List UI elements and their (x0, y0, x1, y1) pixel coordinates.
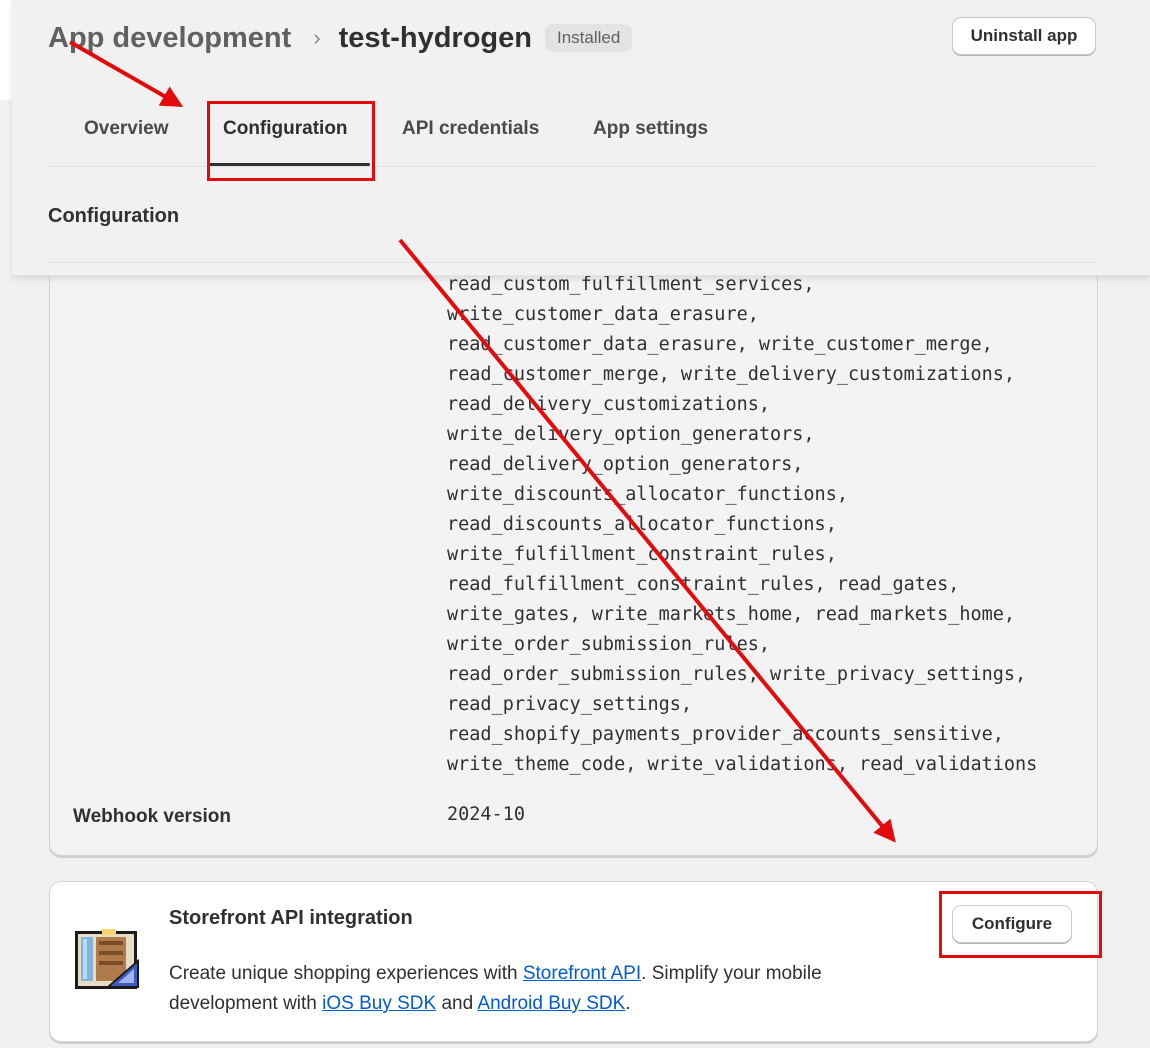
scope-line: read_customer_merge, write_delivery_cust… (447, 364, 1016, 385)
scope-line: write_order_submission_rules, (447, 634, 771, 655)
scope-line: read_discounts_allocator_functions, (447, 514, 837, 535)
page-title: test-hydrogen (338, 21, 532, 54)
scope-line: write_fulfillment_constraint_rules, (447, 544, 837, 565)
tab-bar: Overview Configuration API credentials A… (48, 100, 1096, 167)
section-title: Configuration (48, 205, 180, 227)
scope-line: write_gates, write_markets_home, read_ma… (447, 604, 1016, 625)
scope-line: read_shopify_payments_provider_accounts_… (447, 724, 1004, 745)
tab-configuration[interactable]: Configuration (223, 118, 348, 140)
ios-buy-sdk-link[interactable]: iOS Buy SDK (322, 993, 436, 1014)
status-badge: Installed (544, 24, 633, 52)
scope-line: read_delivery_customizations, (447, 394, 771, 415)
access-scopes-list: read_custom_fulfillment_services, write_c… (447, 270, 1087, 780)
webhook-version-label: Webhook version (73, 806, 232, 827)
tab-api-credentials[interactable]: API credentials (402, 118, 539, 140)
tab-overview[interactable]: Overview (84, 118, 169, 140)
uninstall-app-button[interactable]: Uninstall app (952, 17, 1096, 55)
scope-line: write_discounts_allocator_functions, (447, 484, 848, 505)
tab-app-settings[interactable]: App settings (593, 118, 708, 140)
scope-line: write_delivery_option_generators, (447, 424, 815, 445)
page-header: App development › test-hydrogen Installe… (12, 0, 1150, 276)
configure-button[interactable]: Configure (952, 905, 1072, 943)
storefront-api-link[interactable]: Storefront API (523, 963, 641, 984)
scope-line: write_customer_data_erasure, (447, 304, 759, 325)
breadcrumb: App development › test-hydrogen Installe… (48, 18, 633, 58)
storefront-api-icon (75, 929, 139, 989)
webhook-version-value: 2024-10 (447, 804, 525, 825)
breadcrumb-app-development[interactable]: App development (48, 22, 291, 55)
scope-line: read_customer_data_erasure, write_custom… (447, 334, 993, 355)
scope-line: read_delivery_option_generators, (447, 454, 804, 475)
scope-line: write_theme_code, write_validations, rea… (447, 754, 1038, 775)
storefront-title: Storefront API integration (169, 907, 413, 929)
scope-line: read_fulfillment_constraint_rules, read_… (447, 574, 960, 595)
active-tab-indicator (208, 163, 370, 166)
divider (48, 262, 1096, 263)
chevron-right-icon: › (313, 25, 321, 50)
storefront-description: Create unique shopping experiences with … (169, 963, 822, 1014)
android-buy-sdk-link[interactable]: Android Buy SDK (477, 993, 625, 1014)
scope-line: read_order_submission_rules, write_priva… (447, 664, 1027, 685)
scope-line: read_privacy_settings, (447, 694, 693, 715)
